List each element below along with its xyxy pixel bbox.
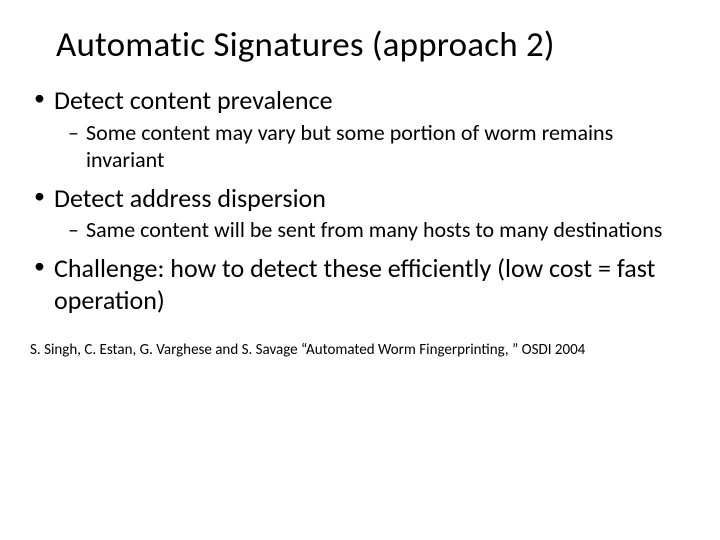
- slide-title: Automatic Signatures (approach 2): [56, 24, 690, 66]
- sub-item: Same content will be sent from many host…: [68, 216, 690, 244]
- bullet-text: Detect address dispersion: [54, 182, 326, 214]
- bullet-list: Detect content prevalence Some content m…: [32, 84, 690, 317]
- sub-item: Some content may vary but some portion o…: [68, 119, 690, 174]
- bullet-item: Detect address dispersion Same content w…: [32, 182, 690, 244]
- bullet-item: Detect content prevalence Some content m…: [32, 84, 690, 174]
- sub-list: Same content will be sent from many host…: [68, 216, 690, 244]
- sub-list: Some content may vary but some portion o…: [68, 119, 690, 174]
- citation: S. Singh, C. Estan, G. Varghese and S. S…: [30, 341, 690, 361]
- bullet-text: Detect content prevalence: [54, 84, 333, 116]
- bullet-item: Challenge: how to detect these efficient…: [32, 252, 690, 317]
- bullet-text: Challenge: how to detect these efficient…: [54, 252, 655, 317]
